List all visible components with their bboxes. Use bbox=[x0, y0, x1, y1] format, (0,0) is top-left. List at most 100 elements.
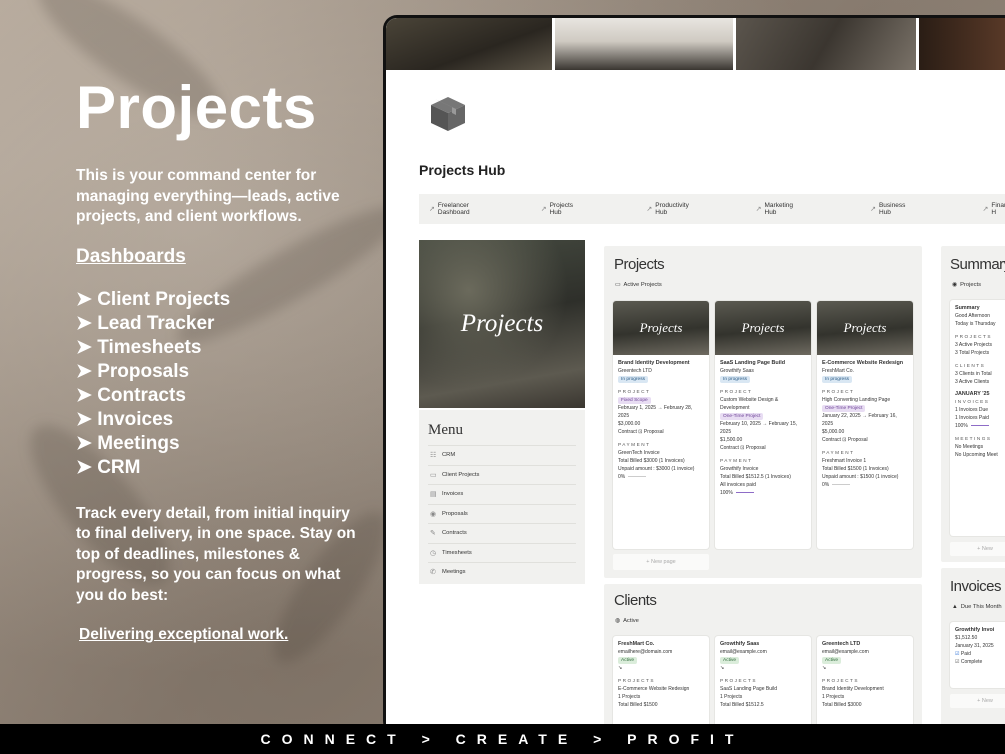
menu-item-client-projects[interactable]: ▭ Client Projects bbox=[428, 464, 576, 485]
nav-finance-hub[interactable]: ↗Finance H bbox=[983, 202, 1005, 216]
project-price: $3,000.00 bbox=[618, 421, 641, 427]
nav-marketing-hub[interactable]: ↗ Marketing Hub bbox=[756, 202, 804, 216]
thumb-text: Projects bbox=[639, 320, 683, 335]
summary-greeting: Good Afternoon bbox=[955, 313, 991, 319]
due-this-month-view[interactable]: ▲ Due This Month bbox=[952, 604, 1002, 610]
payment-label: PAYMENT bbox=[720, 458, 753, 463]
progress-bar bbox=[735, 491, 754, 494]
invoices-panel: Invoices ▲ Due This Month Growthify Invoi… bbox=[941, 568, 1005, 725]
menu-item-proposals[interactable]: ◉ Proposals bbox=[428, 503, 576, 524]
dashboard-item: ➤ Lead Tracker bbox=[76, 312, 215, 334]
new-button[interactable]: + New bbox=[950, 542, 1005, 556]
cover-image bbox=[919, 18, 1005, 70]
link-icon: ↗ bbox=[982, 206, 989, 213]
client-billed: Total Billed $3000 bbox=[822, 702, 862, 708]
project-unpaid: Unpaid amount : $3000 (1 invoice) bbox=[618, 466, 695, 472]
invoice-amount: $1,512.50 bbox=[955, 635, 978, 641]
type-badge: One-Time Project bbox=[720, 413, 764, 420]
summary-stat: 3 Clients in Total bbox=[955, 371, 992, 377]
project-label: PROJECT bbox=[822, 389, 855, 394]
link-icon: ↗ bbox=[870, 206, 876, 213]
menu-item-timesheets[interactable]: ◷ Timesheets bbox=[428, 542, 576, 563]
cover-banner bbox=[386, 18, 1005, 70]
client-project: SaaS Landing Page Build bbox=[720, 686, 777, 692]
client-name: Greentech LTD bbox=[822, 641, 861, 647]
proposal-icon: ◉ bbox=[430, 510, 437, 518]
hub-navbar: ↗ Freelancer Dashboard ↗ Projects Hub ↗ Pro… bbox=[419, 194, 1005, 224]
summary-stat: 3 Active Clients bbox=[955, 379, 990, 385]
nav-business-hub[interactable]: ↗ Business Hub bbox=[870, 202, 916, 216]
nav-label: Finance H bbox=[991, 202, 1005, 216]
view-label: Projects bbox=[960, 282, 982, 288]
new-button[interactable]: + New bbox=[950, 694, 1005, 708]
clock-icon: ◷ bbox=[430, 549, 437, 557]
menu-item-contracts[interactable]: ✎ Contracts bbox=[428, 523, 576, 543]
project-progress: 0% bbox=[822, 482, 830, 488]
summary-card[interactable]: Summary Good Afternoon Today is Thursday… bbox=[950, 300, 1005, 536]
nav-label: Business Hub bbox=[878, 202, 906, 216]
nav-label: Freelancer Dashboard bbox=[437, 202, 470, 216]
client-card[interactable]: Greentech LTD email@example.com Active ↘… bbox=[817, 636, 913, 725]
promo-intro: This is your command center for managing… bbox=[76, 167, 340, 225]
link-icon: ↗ bbox=[540, 206, 547, 213]
dashboard-item: ➤ CRM bbox=[76, 456, 141, 478]
project-invoice: GreenTech Invoice bbox=[618, 450, 660, 456]
promo-delivering: Delivering exceptional work. bbox=[79, 626, 289, 643]
project-progress: 0% bbox=[618, 474, 626, 480]
summary-progress: 100% bbox=[955, 423, 968, 429]
menu-label: CRM bbox=[442, 452, 456, 459]
link-icon: ↘ bbox=[822, 665, 827, 671]
client-count: 1 Projects bbox=[618, 694, 641, 700]
nav-freelancer-dashboard[interactable]: ↗ Freelancer Dashboard bbox=[429, 202, 499, 216]
clients-panel: Clients ◍ Active FreshMart Co. emailhere@… bbox=[604, 584, 922, 725]
projects-label: PROJECTS bbox=[822, 678, 860, 683]
project-client: FreshMart Co. bbox=[822, 368, 854, 374]
link-icon: ↘ bbox=[618, 665, 623, 671]
footer-banner: CONNECT > CREATE > PROFIT bbox=[0, 724, 1005, 754]
folder-icon: ▭ bbox=[615, 282, 621, 288]
menu-item-invoices[interactable]: ▤ Invoices bbox=[428, 484, 576, 504]
checkbox-icon[interactable]: ☑ bbox=[955, 659, 959, 665]
client-email: email@example.com bbox=[822, 649, 869, 655]
view-label: Active Projects bbox=[623, 282, 662, 288]
invoices-title: Invoices bbox=[950, 578, 1002, 595]
invoice-card[interactable]: Growthify Invoi $1,512.50 January 31, 20… bbox=[950, 622, 1005, 688]
client-card[interactable]: FreshMart Co. emailhere@domain.com Activ… bbox=[613, 636, 709, 725]
dashboards-heading: Dashboards bbox=[76, 245, 186, 267]
warning-icon: ▲ bbox=[952, 604, 958, 610]
summary-clients-label: CLIENTS bbox=[955, 363, 986, 368]
project-billed: Total Billed $1512.5 (1 Invoices) bbox=[720, 474, 791, 480]
summary-title: Summary bbox=[950, 256, 1005, 273]
new-page-button[interactable]: + New page bbox=[613, 554, 709, 570]
menu-item-crm[interactable]: ☷ CRM bbox=[428, 445, 576, 465]
summary-projects-view[interactable]: ◉ Projects bbox=[952, 282, 981, 288]
summary-stat: 1 Invoices Due bbox=[955, 407, 989, 413]
nav-productivity-hub[interactable]: ↗ Productivity Hub bbox=[646, 202, 699, 216]
complete-label: Complete bbox=[960, 659, 983, 665]
menu-item-meetings[interactable]: ✆ Meetings bbox=[428, 562, 576, 582]
client-email: email@example.com bbox=[720, 649, 767, 655]
payment-label: PAYMENT bbox=[618, 442, 651, 447]
project-billed: Total Billed $3000 (1 Invoices) bbox=[618, 458, 685, 464]
card-thumbnail: Projects bbox=[613, 301, 709, 355]
summary-today: Today is Thursday bbox=[955, 321, 996, 327]
project-card[interactable]: Projects E-Commerce Website Redesign Fre… bbox=[817, 301, 913, 549]
summary-meetings-label: MEETINGS bbox=[955, 436, 992, 441]
project-card[interactable]: Projects Brand Identity Development Gree… bbox=[613, 301, 709, 549]
nav-projects-hub[interactable]: ↗ Projects Hub bbox=[541, 202, 585, 216]
summary-invoices-label: INVOICES bbox=[955, 399, 990, 404]
project-client: Greentech LTD bbox=[618, 368, 652, 374]
projects-label: PROJECTS bbox=[618, 678, 656, 683]
client-card[interactable]: Growthify Saas email@example.com Active … bbox=[715, 636, 811, 725]
menu-label: Meetings bbox=[442, 569, 466, 576]
checkbox-icon[interactable]: ☑ bbox=[955, 651, 959, 657]
dashboard-item: ➤ Contracts bbox=[76, 384, 186, 406]
cover-image bbox=[555, 18, 733, 70]
box-icon bbox=[431, 97, 465, 131]
status-badge: In progress bbox=[618, 376, 648, 383]
status-badge: Active bbox=[822, 657, 842, 664]
active-clients-view[interactable]: ◍ Active bbox=[615, 618, 639, 624]
project-card[interactable]: Projects SaaS Landing Page Build Growthi… bbox=[715, 301, 811, 549]
active-projects-view[interactable]: ▭ Active Projects bbox=[615, 282, 662, 288]
card-thumbnail: Projects bbox=[715, 301, 811, 355]
